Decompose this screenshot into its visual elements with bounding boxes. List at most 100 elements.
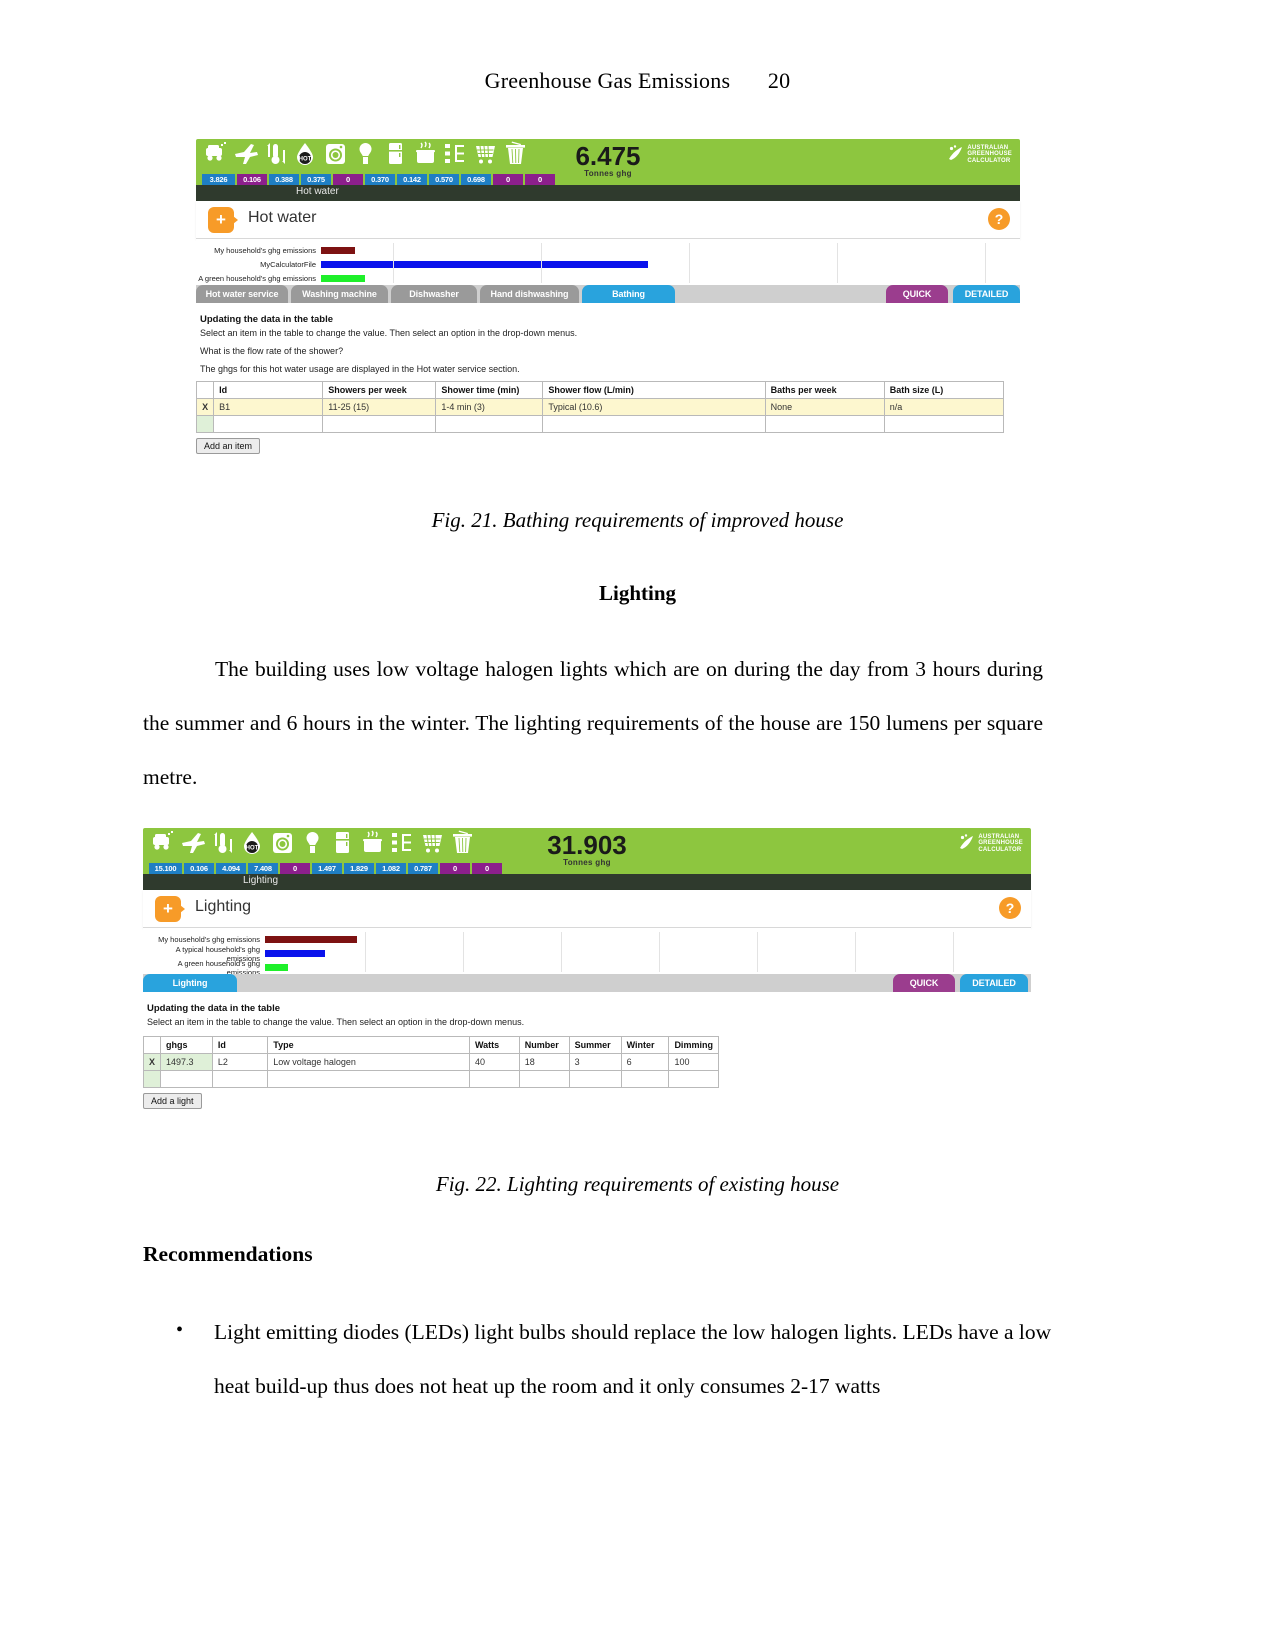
expand-plus-button[interactable]: +: [155, 896, 185, 922]
figure-22-caption: Fig. 22. Lighting requirements of existi…: [435, 1172, 840, 1196]
car-icon[interactable]: [202, 141, 230, 167]
value-waste: 0: [472, 863, 502, 874]
value-lighting: 0.370: [365, 174, 395, 185]
cell-empty[interactable]: [568, 1070, 622, 1088]
value-shopping: 0: [440, 863, 470, 874]
help-button[interactable]: ?: [988, 208, 1010, 230]
body-paragraph: The building uses low voltage halogen li…: [143, 657, 1043, 789]
th-dimming: Dimming: [668, 1036, 719, 1054]
plane-icon[interactable]: [232, 141, 260, 167]
value-transport: 3.826: [202, 174, 235, 185]
appliances-plug-icon[interactable]: [442, 141, 470, 167]
th-bath-size: Bath size (L): [883, 381, 1005, 399]
cell-empty[interactable]: [213, 415, 324, 433]
cell-bath-size[interactable]: n/a: [883, 398, 1005, 416]
cell-empty[interactable]: [468, 1070, 520, 1088]
cell-empty[interactable]: [518, 1070, 570, 1088]
table-row[interactable]: X 1497.3 L2 Low voltage halogen 40 18 3 …: [142, 1053, 719, 1071]
cell-empty[interactable]: [211, 1070, 269, 1088]
row-marker-empty[interactable]: [142, 1070, 162, 1088]
cell-empty[interactable]: [764, 415, 885, 433]
cell-showers-per-week[interactable]: 11-25 (15): [322, 398, 437, 416]
cell-winter[interactable]: 6: [620, 1053, 670, 1071]
thermometer-icon[interactable]: [209, 830, 237, 856]
row-delete-marker[interactable]: X: [195, 398, 215, 416]
section-title: Lighting: [195, 898, 252, 915]
row-delete-marker[interactable]: X: [142, 1053, 162, 1071]
table-row-empty[interactable]: [195, 415, 1005, 433]
shopping-trolley-icon[interactable]: [472, 141, 500, 167]
cooking-pot-icon[interactable]: [412, 141, 440, 167]
recommendations-heading: Recommendations: [143, 1242, 313, 1266]
cell-empty[interactable]: [542, 415, 766, 433]
hot-water-drop-icon[interactable]: HOT: [292, 141, 320, 167]
cooking-pot-icon[interactable]: [359, 830, 387, 856]
help-button[interactable]: ?: [999, 897, 1021, 919]
washing-machine-icon[interactable]: [322, 141, 350, 167]
cell-type[interactable]: Low voltage halogen: [267, 1053, 470, 1071]
fridge-icon[interactable]: [329, 830, 357, 856]
svg-text:HOT: HOT: [246, 846, 259, 852]
button-quick[interactable]: QUICK: [886, 285, 948, 303]
cell-id[interactable]: B1: [213, 398, 324, 416]
thermometer-icon[interactable]: [262, 141, 290, 167]
svg-text:HOT: HOT: [299, 157, 312, 163]
table-row[interactable]: X B1 11-25 (15) 1-4 min (3) Typical (10.…: [195, 398, 1005, 416]
cell-watts[interactable]: 40: [468, 1053, 520, 1071]
expand-plus-button[interactable]: +: [208, 207, 238, 233]
table-row-empty[interactable]: [142, 1070, 719, 1088]
light-bulb-icon[interactable]: [299, 830, 327, 856]
hot-water-drop-icon[interactable]: HOT: [239, 830, 267, 856]
cell-shower-flow[interactable]: Typical (10.6): [542, 398, 766, 416]
waste-bin-icon[interactable]: [449, 830, 477, 856]
row-marker-empty[interactable]: [195, 415, 215, 433]
th-shower-time: Shower time (min): [435, 381, 544, 399]
tab-hand-dishwashing[interactable]: Hand dishwashing: [480, 285, 579, 303]
add-an-item-button[interactable]: Add an item: [196, 438, 261, 454]
button-detailed[interactable]: DETAILED: [953, 285, 1020, 303]
tab-dishwasher[interactable]: Dishwasher: [391, 285, 477, 303]
value-appliances: 0.698: [461, 174, 491, 185]
washing-machine-icon[interactable]: [269, 830, 297, 856]
cell-number[interactable]: 18: [518, 1053, 570, 1071]
tab-lighting[interactable]: Lighting: [143, 974, 237, 992]
th-ghgs: ghgs: [160, 1036, 213, 1054]
instructions-body: Select an item in the table to change th…: [147, 1017, 525, 1027]
add-a-light-button[interactable]: Add a light: [143, 1093, 202, 1109]
instructions-heading: Updating the data in the table: [147, 1003, 281, 1014]
tab-hot-water-service[interactable]: Hot water service: [196, 285, 288, 303]
instructions-body: Select an item in the table to change th…: [200, 328, 578, 338]
instructions-block: Updating the data in the table Select an…: [143, 992, 1031, 1027]
cell-dimming[interactable]: 100: [668, 1053, 719, 1071]
car-icon[interactable]: [149, 830, 177, 856]
cell-baths-per-week[interactable]: None: [764, 398, 885, 416]
light-bulb-icon[interactable]: [352, 141, 380, 167]
value-lighting: 1.497: [312, 863, 342, 874]
button-detailed[interactable]: DETAILED: [960, 974, 1028, 992]
cell-ghgs: 1497.3: [160, 1053, 213, 1071]
value-flights: 0.106: [184, 863, 214, 874]
cell-summer[interactable]: 3: [568, 1053, 622, 1071]
cell-empty[interactable]: [668, 1070, 719, 1088]
chart-gridlines: [196, 243, 1020, 283]
th-type: Type: [267, 1036, 470, 1054]
fridge-icon[interactable]: [382, 141, 410, 167]
cell-empty[interactable]: [267, 1070, 470, 1088]
button-quick[interactable]: QUICK: [893, 974, 955, 992]
shopping-trolley-icon[interactable]: [419, 830, 447, 856]
logo-line-2: GREENHOUSE: [978, 840, 1023, 846]
waste-bin-icon[interactable]: [502, 141, 530, 167]
plane-icon[interactable]: [179, 830, 207, 856]
cell-empty[interactable]: [322, 415, 437, 433]
tab-washing-machine[interactable]: Washing machine: [291, 285, 388, 303]
cell-shower-time[interactable]: 1-4 min (3): [435, 398, 544, 416]
leaf-icon: [946, 144, 964, 165]
appliances-plug-icon[interactable]: [389, 830, 417, 856]
cell-empty[interactable]: [883, 415, 1005, 433]
cell-empty[interactable]: [620, 1070, 670, 1088]
logo-line-3: CALCULATOR: [967, 157, 1011, 164]
tab-bathing[interactable]: Bathing: [582, 285, 675, 303]
cell-empty[interactable]: [435, 415, 544, 433]
agc-logo: AUSTRALIAN GREENHOUSE CALCULATOR: [957, 833, 1023, 854]
cell-id[interactable]: L2: [211, 1053, 269, 1071]
